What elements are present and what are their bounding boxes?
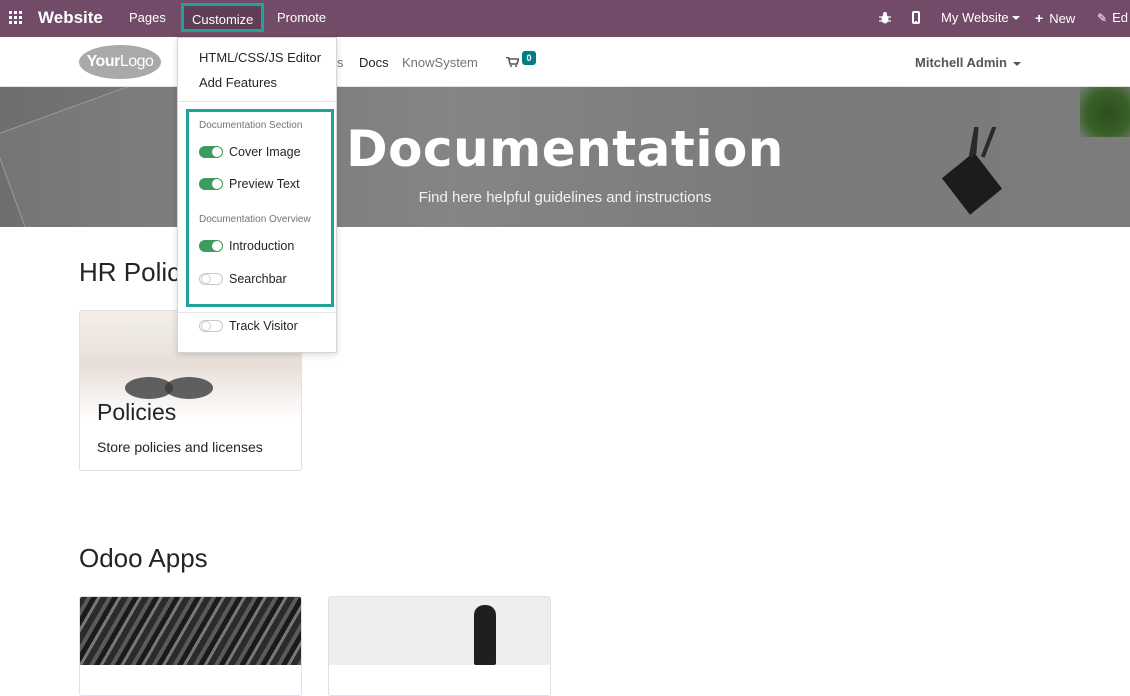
logo-text-bold: Your — [86, 53, 121, 70]
person-image — [474, 605, 496, 665]
shopping-cart-icon — [506, 57, 519, 67]
app-card-image — [329, 597, 550, 665]
caret-down-icon — [1012, 61, 1021, 66]
hero-banner: Documentation Find here helpful guidelin… — [0, 87, 1130, 227]
edit-label: Ed — [1112, 10, 1128, 25]
hero-subtitle: Find here helpful guidelines and instruc… — [418, 189, 712, 206]
customize-dropdown-menu: HTML/CSS/JS Editor Add Features Document… — [177, 37, 337, 353]
user-name: Mitchell Admin — [915, 55, 1007, 70]
caret-down-icon — [1011, 15, 1020, 20]
new-button[interactable]: + New — [1035, 10, 1075, 26]
documentation-overview-header: Documentation Overview — [199, 214, 311, 225]
card-title: Policies — [97, 399, 177, 425]
nav-item-docs[interactable]: Docs — [359, 55, 389, 70]
app-card-image — [80, 597, 301, 665]
nav-item-partial[interactable]: s — [337, 55, 344, 70]
menu-item-add-features[interactable]: Add Features — [199, 75, 277, 90]
bug-icon[interactable] — [879, 11, 891, 24]
hero-title: Documentation — [346, 120, 784, 178]
option-label: Introduction — [229, 239, 295, 253]
toggle-switch[interactable] — [199, 178, 223, 190]
option-label: Cover Image — [229, 145, 301, 159]
earbud-image — [165, 377, 213, 399]
card-description: Store policies and licenses — [97, 439, 263, 455]
menu-divider — [178, 312, 336, 313]
toggle-switch[interactable] — [199, 240, 223, 252]
apps-grid-icon[interactable] — [9, 11, 24, 26]
section-title-hr: HR Polic — [79, 257, 181, 287]
my-website-dropdown[interactable]: My Website — [941, 10, 1020, 25]
app-card[interactable] — [79, 596, 302, 696]
menu-customize[interactable]: Customize — [181, 3, 265, 32]
menu-pages[interactable]: Pages — [129, 10, 166, 25]
logo-text: Logo — [119, 53, 154, 70]
site-logo[interactable]: YourLogo — [79, 45, 161, 79]
my-website-label: My Website — [941, 10, 1009, 25]
cart-count-badge: 0 — [522, 51, 536, 65]
option-label: Searchbar — [229, 272, 287, 286]
menu-item-html-css-js-editor[interactable]: HTML/CSS/JS Editor — [199, 50, 321, 65]
section-title-odoo-apps: Odoo Apps — [79, 543, 208, 573]
mobile-preview-icon[interactable] — [912, 11, 920, 24]
app-card[interactable] — [328, 596, 551, 696]
option-cover-image[interactable]: Cover Image — [199, 145, 301, 159]
nav-item-knowsystem[interactable]: KnowSystem — [402, 55, 478, 70]
menu-promote[interactable]: Promote — [277, 10, 326, 25]
toggle-switch[interactable] — [199, 273, 223, 285]
option-introduction[interactable]: Introduction — [199, 239, 294, 253]
documentation-section-header: Documentation Section — [199, 120, 303, 131]
option-label: Track Visitor — [229, 319, 298, 333]
option-preview-text[interactable]: Preview Text — [199, 177, 300, 191]
option-searchbar[interactable]: Searchbar — [199, 272, 287, 286]
new-label: New — [1049, 10, 1076, 26]
toggle-switch[interactable] — [199, 320, 223, 332]
menu-divider — [178, 101, 336, 102]
plus-icon: + — [1035, 10, 1044, 26]
edit-button[interactable]: ✎ Ed — [1097, 10, 1128, 25]
app-brand-title[interactable]: Website — [38, 8, 103, 28]
admin-top-bar: Website Pages Customize Promote My Websi… — [0, 0, 1130, 37]
option-track-visitor[interactable]: Track Visitor — [199, 319, 298, 333]
toggle-switch[interactable] — [199, 146, 223, 158]
pencil-icon: ✎ — [1097, 10, 1108, 25]
user-menu[interactable]: Mitchell Admin — [915, 55, 1021, 70]
option-label: Preview Text — [229, 177, 300, 191]
website-header: YourLogo s Docs KnowSystem 0 Mitchell Ad… — [0, 37, 1130, 87]
